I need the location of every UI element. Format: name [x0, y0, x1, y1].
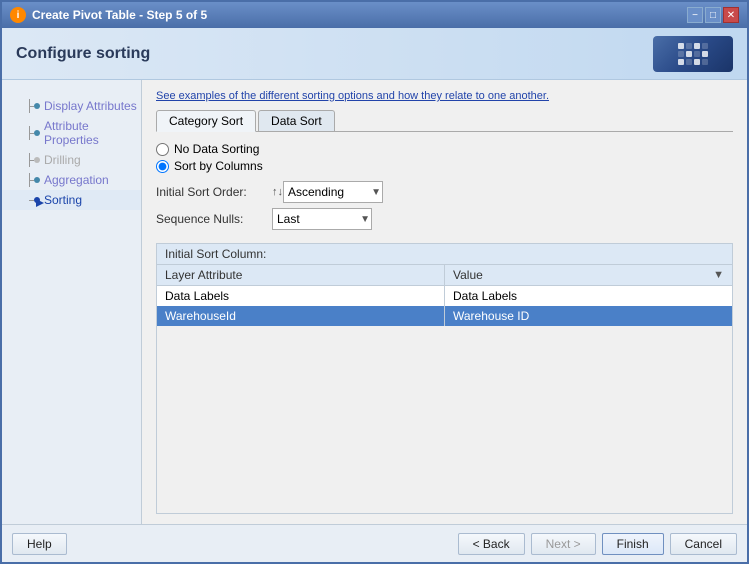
radio-sort-by-columns[interactable]: Sort by Columns — [156, 159, 733, 173]
logo — [653, 36, 733, 72]
initial-sort-order-row: Initial Sort Order: ↑↓ Ascending Descend… — [156, 181, 733, 203]
sidebar-label-aggregation[interactable]: Aggregation — [44, 173, 109, 187]
finish-button[interactable]: Finish — [602, 533, 664, 555]
back-button[interactable]: < Back — [458, 533, 525, 555]
initial-sort-order-label: Initial Sort Order: — [156, 185, 266, 199]
sidebar-label-sorting: Sorting — [44, 193, 82, 207]
sidebar-label-drilling: Drilling — [44, 153, 81, 167]
window-title: Create Pivot Table - Step 5 of 5 — [32, 8, 207, 22]
title-bar: i Create Pivot Table - Step 5 of 5 − □ ✕ — [2, 2, 747, 28]
initial-sort-order-select-wrapper: ↑↓ Ascending Descending ▼ — [272, 181, 383, 203]
table-cell-layer-attribute: Data Labels — [157, 286, 445, 306]
main-panel: See examples of the different sorting op… — [142, 80, 747, 524]
table-row[interactable]: Data Labels Data Labels — [157, 286, 732, 306]
radio-no-data-sorting-label: No Data Sorting — [174, 142, 259, 156]
help-button[interactable]: Help — [12, 533, 67, 555]
radio-sort-by-columns-input[interactable] — [156, 160, 169, 173]
table-cell-layer-attribute: WarehouseId — [157, 306, 445, 326]
tab-content: No Data Sorting Sort by Columns Initial … — [156, 142, 733, 514]
column-header-value: Value ▼ — [445, 265, 732, 285]
sidebar-item-aggregation[interactable]: Aggregation — [2, 170, 141, 190]
sequence-nulls-row: Sequence Nulls: Last First ▼ — [156, 208, 733, 230]
initial-sort-order-select[interactable]: Ascending Descending — [283, 181, 383, 203]
bottom-bar: Help < Back Next > Finish Cancel — [2, 524, 747, 562]
tab-category-sort[interactable]: Category Sort — [156, 110, 256, 132]
next-button[interactable]: Next > — [531, 533, 596, 555]
table-cell-value: Warehouse ID — [445, 306, 732, 326]
header: Configure sorting — [2, 28, 747, 80]
column-header-value-label: Value — [453, 268, 483, 282]
radio-no-data-sorting-input[interactable] — [156, 143, 169, 156]
app-icon: i — [10, 7, 26, 23]
column-table: Layer Attribute Value ▼ Data Labels Data… — [157, 265, 732, 513]
value-column-dropdown[interactable]: ▼ — [713, 269, 724, 281]
bottom-right-buttons: < Back Next > Finish Cancel — [458, 533, 737, 555]
content-area: Display Attributes Attribute Properties — [2, 80, 747, 524]
page-title: Configure sorting — [16, 45, 150, 63]
sidebar-label-attribute-properties[interactable]: Attribute Properties — [44, 119, 137, 147]
sidebar-tree: Display Attributes Attribute Properties — [2, 90, 141, 210]
close-button[interactable]: ✕ — [723, 7, 739, 23]
sequence-nulls-label: Sequence Nulls: — [156, 212, 266, 226]
sort-order-icon: ↑↓ — [272, 186, 283, 198]
see-examples-link[interactable]: See examples of the different sorting op… — [156, 90, 733, 102]
radio-group: No Data Sorting Sort by Columns — [156, 142, 733, 173]
main-window: i Create Pivot Table - Step 5 of 5 − □ ✕… — [0, 0, 749, 564]
radio-sort-by-columns-label: Sort by Columns — [174, 159, 263, 173]
sidebar-item-drilling: Drilling — [2, 150, 141, 170]
title-bar-controls: − □ ✕ — [687, 7, 739, 23]
tabs-row: Category Sort Data Sort — [156, 110, 733, 132]
column-header-layer-attribute: Layer Attribute — [157, 265, 445, 285]
bottom-left-buttons: Help — [12, 533, 67, 555]
column-table-title: Initial Sort Column: — [157, 244, 732, 265]
minimize-button[interactable]: − — [687, 7, 703, 23]
sidebar-item-sorting: Sorting — [2, 190, 141, 210]
sidebar-item-display-attributes[interactable]: Display Attributes — [2, 96, 141, 116]
maximize-button[interactable]: □ — [705, 7, 721, 23]
radio-no-data-sorting[interactable]: No Data Sorting — [156, 142, 733, 156]
cancel-button[interactable]: Cancel — [670, 533, 737, 555]
sidebar: Display Attributes Attribute Properties — [2, 80, 142, 524]
column-table-section: Initial Sort Column: Layer Attribute Val… — [156, 243, 733, 514]
sequence-nulls-select[interactable]: Last First — [272, 208, 372, 230]
sidebar-label-display-attributes[interactable]: Display Attributes — [44, 99, 137, 113]
title-bar-left: i Create Pivot Table - Step 5 of 5 — [10, 7, 207, 23]
sidebar-item-attribute-properties[interactable]: Attribute Properties — [2, 116, 141, 150]
table-row[interactable]: WarehouseId Warehouse ID — [157, 306, 732, 326]
table-cell-value: Data Labels — [445, 286, 732, 306]
tab-data-sort[interactable]: Data Sort — [258, 110, 335, 131]
column-table-header-row: Layer Attribute Value ▼ — [157, 265, 732, 286]
sequence-nulls-select-wrapper: Last First ▼ — [272, 208, 372, 230]
